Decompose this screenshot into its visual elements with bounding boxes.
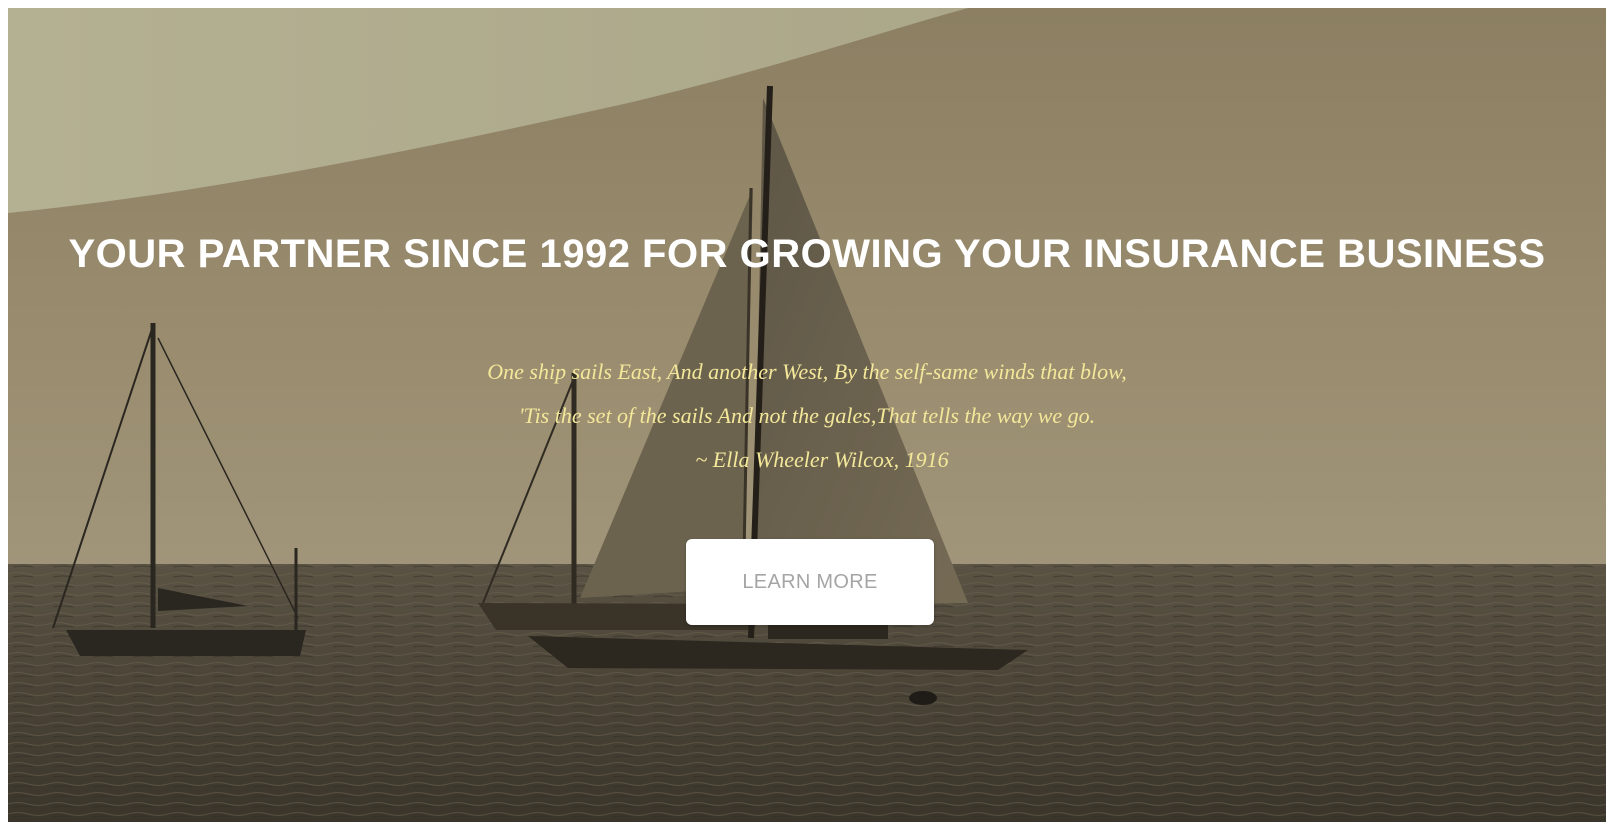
hero-headline: YOUR PARTNER SINCE 1992 FOR GROWING YOUR… <box>68 232 1546 276</box>
quote-line-1: One ship sails East, And another West, B… <box>487 359 1127 384</box>
quote-line-2: 'Tis the set of the sails And not the ga… <box>518 403 1096 428</box>
quote-attribution: ~ Ella Wheeler Wilcox, 1916 <box>695 447 949 472</box>
hero-quote: One ship sails East, And another West, B… <box>8 350 1606 482</box>
hero-banner: YOUR PARTNER SINCE 1992 FOR GROWING YOUR… <box>8 8 1606 822</box>
learn-more-button[interactable]: LEARN MORE <box>686 539 934 625</box>
